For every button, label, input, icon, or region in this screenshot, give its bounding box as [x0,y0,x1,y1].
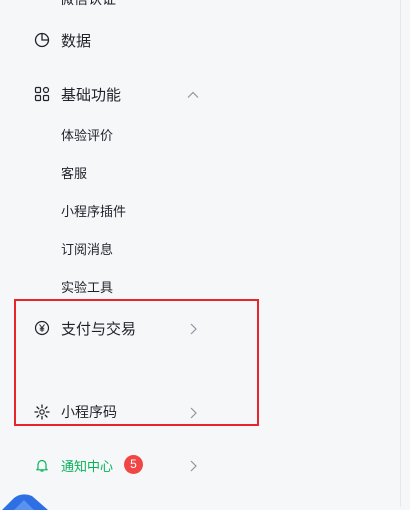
bell-icon [34,457,50,473]
notification-count-badge: 5 [124,455,143,474]
submenu-item-experience-rating[interactable]: 体验评价 [61,125,113,144]
pie-chart-icon [34,32,50,48]
sidebar-panel: 微信认证 数据 基础功能 体验评价 客服 小程序插件 订阅消息 实验工具 支付与… [0,0,400,510]
submenu-item-plugins[interactable]: 小程序插件 [61,201,126,220]
submenu-item-subscription-messages[interactable]: 订阅消息 [61,239,113,258]
chevron-up-icon[interactable] [186,87,200,101]
sidebar-item-wechat-verify[interactable]: 微信认证 [60,0,116,8]
chevron-right-icon[interactable] [186,458,200,472]
sidebar-item-notifications[interactable]: 通知中心 [0,455,400,475]
submenu-item-customer-service[interactable]: 客服 [61,163,87,182]
submenu-item-experiment-tools[interactable]: 实验工具 [61,277,113,296]
sidebar-item-data[interactable]: 数据 [0,30,400,50]
floating-assistant-icon[interactable] [0,490,52,510]
sidebar-item-basic-features[interactable]: 基础功能 [0,84,400,104]
grid-icon [34,86,50,102]
panel-divider [400,0,401,507]
sidebar-item-label: 数据 [61,31,92,50]
sidebar-item-label: 基础功能 [61,85,122,104]
sidebar-item-label: 通知中心 [61,459,114,475]
highlight-annotation-box [14,299,259,426]
